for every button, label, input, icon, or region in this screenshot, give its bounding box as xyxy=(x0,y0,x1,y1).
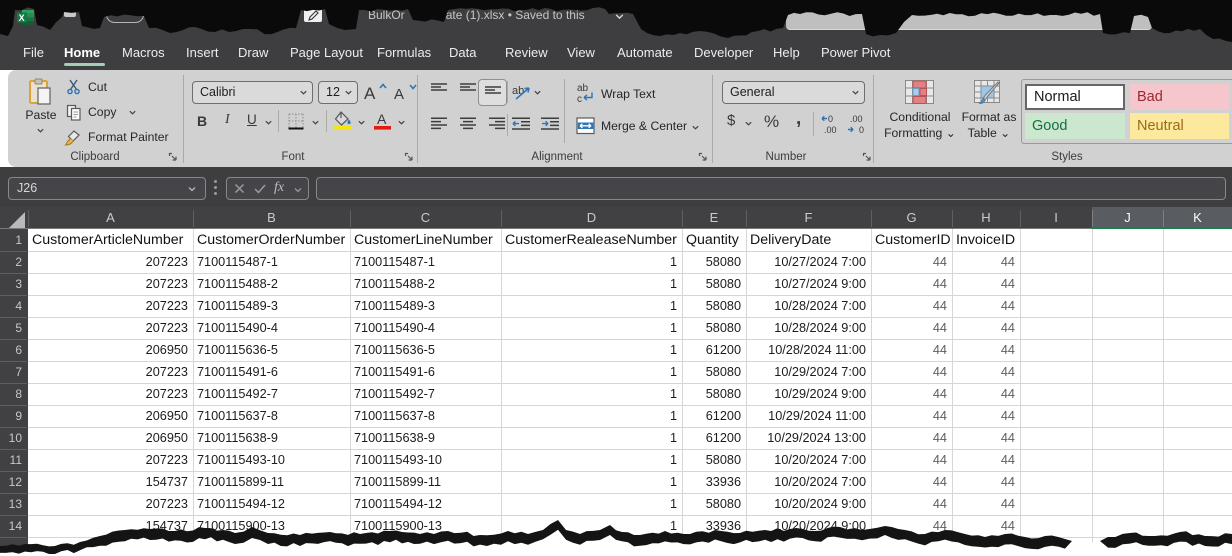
svg-text:.00: .00 xyxy=(850,114,863,124)
svg-text:A: A xyxy=(364,84,376,103)
svg-text:ab: ab xyxy=(577,83,589,94)
svg-text:0: 0 xyxy=(828,114,833,124)
svg-text:0: 0 xyxy=(859,125,864,135)
svg-text:c: c xyxy=(577,94,582,104)
svg-text:A: A xyxy=(394,86,404,103)
svg-text:A: A xyxy=(377,111,387,127)
svg-text:ab: ab xyxy=(512,85,524,97)
svg-text:.00: .00 xyxy=(824,125,837,135)
